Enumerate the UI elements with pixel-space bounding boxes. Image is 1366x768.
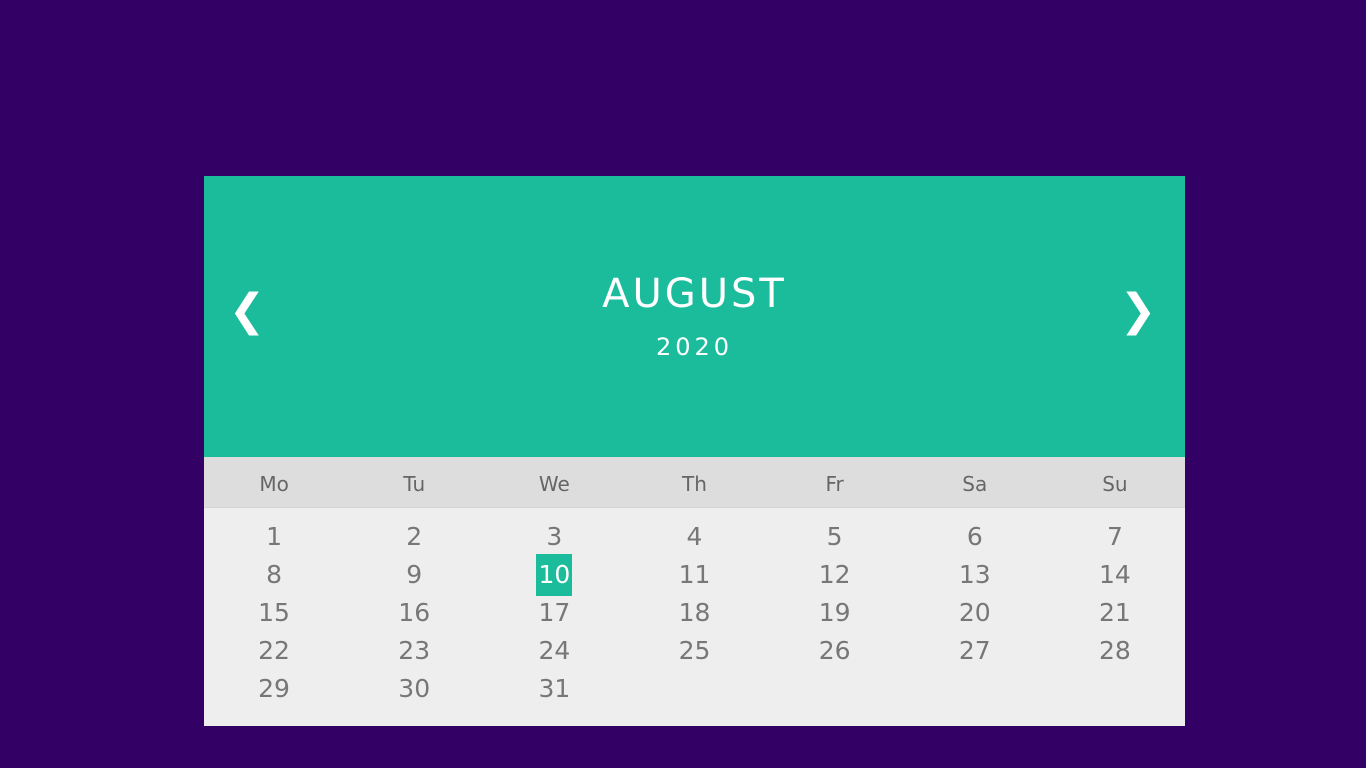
day-cell[interactable]: 24 — [484, 632, 624, 670]
day-number: 15 — [258, 598, 290, 627]
day-cell[interactable]: 26 — [765, 632, 905, 670]
day-cell[interactable]: 31 — [484, 670, 624, 708]
day-number: 21 — [1099, 598, 1131, 627]
day-number: 26 — [818, 636, 851, 665]
day-cell[interactable]: 18 — [624, 594, 764, 632]
day-number: 24 — [538, 636, 571, 665]
day-number: 27 — [958, 636, 991, 665]
days-grid: 1 2 3 4 5 6 7 8 9 10 11 12 13 14 15 16 17 18 19 20 21 22 23 24 2… — [204, 508, 1185, 708]
day-number: 29 — [258, 674, 290, 703]
day-cell[interactable]: 25 — [624, 632, 764, 670]
day-cell[interactable]: 4 — [624, 518, 764, 556]
day-number: 20 — [958, 598, 991, 627]
day-number: 31 — [538, 674, 571, 703]
day-number: 8 — [266, 560, 283, 589]
day-number: 25 — [678, 636, 711, 665]
day-cell[interactable]: 7 — [1045, 518, 1185, 556]
day-number: 14 — [1099, 560, 1131, 589]
month-title: AUGUST — [602, 271, 787, 317]
day-cell[interactable]: 21 — [1045, 594, 1185, 632]
day-cell[interactable]: 12 — [765, 556, 905, 594]
day-cell[interactable]: 29 — [204, 670, 344, 708]
day-cell[interactable]: 22 — [204, 632, 344, 670]
day-number: 1 — [266, 522, 283, 551]
day-cell[interactable]: 9 — [344, 556, 484, 594]
day-number: 19 — [818, 598, 851, 627]
day-cell[interactable]: 1 — [204, 518, 344, 556]
day-cell[interactable]: 20 — [905, 594, 1045, 632]
day-cell[interactable]: 14 — [1045, 556, 1185, 594]
weekday-label: Mo — [259, 472, 289, 496]
day-number: 7 — [1106, 522, 1123, 551]
day-cell[interactable]: 23 — [344, 632, 484, 670]
next-month-icon[interactable]: ❯ — [1113, 286, 1163, 336]
day-cell[interactable]: 27 — [905, 632, 1045, 670]
day-cell[interactable]: 28 — [1045, 632, 1185, 670]
day-number: 18 — [678, 598, 711, 627]
day-cell[interactable]: 5 — [765, 518, 905, 556]
calendar: ❮ AUGUST 2020 ❯ Mo Tu We Th Fr Sa Su 123… — [204, 176, 1185, 726]
day-number: 22 — [258, 636, 290, 665]
day-number: 3 — [546, 522, 563, 551]
day-cell-selected[interactable]: 10 — [484, 554, 624, 596]
day-number: 13 — [958, 560, 991, 589]
weekday-label: Su — [1102, 472, 1128, 496]
day-cell[interactable]: 6 — [905, 518, 1045, 556]
day-number: 23 — [398, 636, 431, 665]
day-number: 4 — [686, 522, 703, 551]
day-number: 12 — [818, 560, 851, 589]
weekday-label: We — [538, 472, 570, 496]
day-cell[interactable]: 2 — [344, 518, 484, 556]
day-number: 5 — [826, 522, 843, 551]
day-cell[interactable]: 11 — [624, 556, 764, 594]
day-cell[interactable]: 16 — [344, 594, 484, 632]
day-number: 16 — [398, 598, 431, 627]
day-cell[interactable]: 15 — [204, 594, 344, 632]
day-number: 9 — [406, 560, 423, 589]
weekday-label: Tu — [403, 472, 426, 496]
day-number: 17 — [538, 598, 571, 627]
day-cell[interactable]: 17 — [484, 594, 624, 632]
day-number: 10 — [536, 554, 573, 596]
day-cell[interactable]: 8 — [204, 556, 344, 594]
weekday-label: Th — [682, 472, 707, 496]
weekday-header-row: Mo Tu We Th Fr Sa Su — [204, 457, 1185, 508]
weekday-label: Fr — [825, 472, 844, 496]
year-label: 2020 — [655, 333, 734, 361]
day-number: 6 — [966, 522, 983, 551]
day-cell[interactable]: 19 — [765, 594, 905, 632]
calendar-header: ❮ AUGUST 2020 ❯ — [204, 176, 1185, 457]
day-cell[interactable]: 13 — [905, 556, 1045, 594]
day-cell[interactable]: 30 — [344, 670, 484, 708]
day-cell[interactable]: 3 — [484, 518, 624, 556]
weekday-label: Sa — [962, 472, 988, 496]
day-number: 28 — [1099, 636, 1131, 665]
day-number: 30 — [398, 674, 431, 703]
day-number: 2 — [406, 522, 423, 551]
day-number: 11 — [678, 560, 711, 589]
